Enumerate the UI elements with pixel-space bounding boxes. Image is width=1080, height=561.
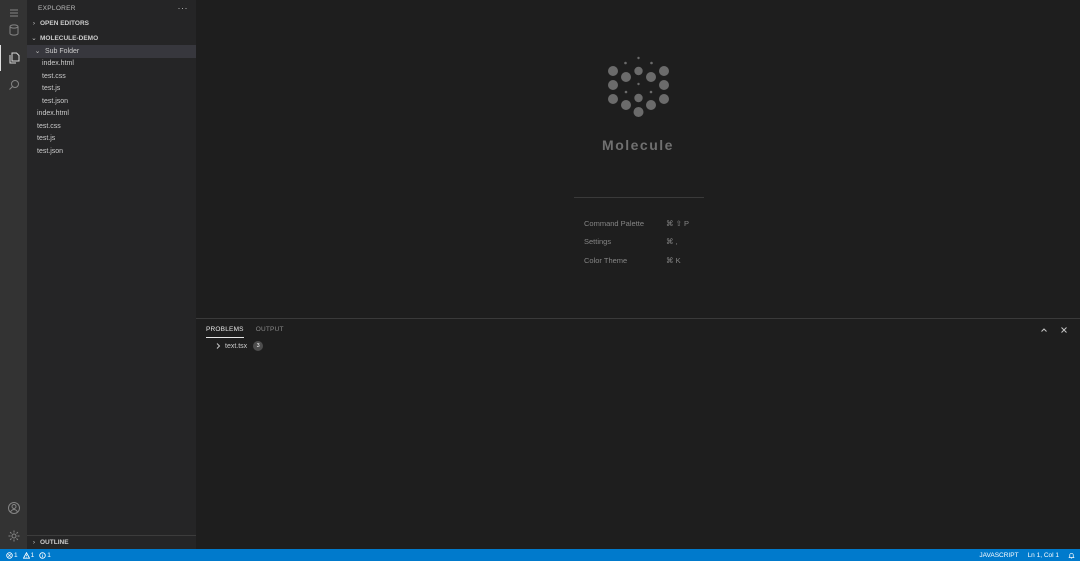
shortcut-color-theme[interactable]: Color Theme ⌘ K bbox=[584, 251, 689, 270]
shortcut-command-palette[interactable]: Command Palette ⌘ ⇧ P bbox=[584, 214, 689, 233]
chevron-down-icon: ⌄ bbox=[31, 35, 37, 42]
close-panel-button[interactable] bbox=[1054, 324, 1074, 336]
chevron-up-icon bbox=[1041, 328, 1047, 332]
tree-item-label: test.js bbox=[42, 85, 61, 93]
shortcut-label: Color Theme bbox=[584, 255, 628, 265]
explorer-header: EXPLORER ··· bbox=[27, 0, 196, 16]
chevron-right-icon: › bbox=[32, 19, 36, 27]
search-button[interactable] bbox=[0, 72, 27, 98]
tree-file[interactable]: index.html bbox=[27, 58, 196, 71]
tree-item-label: test.json bbox=[37, 147, 64, 155]
editor-area: Molecule Command Palette ⌘ ⇧ P Settings … bbox=[196, 0, 1080, 318]
tree-item-label: Sub Folder bbox=[45, 47, 80, 55]
tree-file[interactable]: test.css bbox=[27, 70, 196, 83]
shortcut-list: Command Palette ⌘ ⇧ P Settings ⌘ , Color… bbox=[584, 214, 689, 270]
tree-file[interactable]: test.css bbox=[27, 120, 196, 133]
tree-item-label: index.html bbox=[42, 60, 74, 68]
info-count: 1 bbox=[39, 552, 51, 559]
shortcut-label: Settings bbox=[584, 237, 612, 247]
explorer-title: EXPLORER bbox=[38, 4, 76, 12]
tree-folder-sub-folder[interactable]: ⌄ Sub Folder bbox=[27, 45, 196, 58]
shortcut-keys: ⌘ ⇧ P bbox=[666, 218, 689, 228]
info-count-value: 1 bbox=[47, 551, 51, 559]
shortcut-settings[interactable]: Settings ⌘ , bbox=[584, 233, 689, 252]
tree-file[interactable]: index.html bbox=[27, 108, 196, 121]
shortcut-keys: ⌘ K bbox=[666, 255, 681, 265]
outline-section[interactable]: › OUTLINE bbox=[27, 535, 196, 549]
activity-bar bbox=[0, 0, 27, 549]
account-icon bbox=[7, 502, 20, 514]
error-count-value: 1 bbox=[14, 551, 18, 559]
tree-file[interactable]: test.json bbox=[27, 145, 196, 158]
tree-file[interactable]: test.json bbox=[27, 95, 196, 108]
maximize-panel-button[interactable] bbox=[1034, 324, 1054, 336]
tree-file[interactable]: test.js bbox=[27, 83, 196, 96]
shortcut-keys: ⌘ , bbox=[666, 237, 678, 247]
bottom-panel: PROBLEMS OUTPUT text.tsx 3 bbox=[196, 318, 1080, 549]
divider bbox=[574, 197, 704, 198]
warning-count: 1 bbox=[22, 551, 35, 559]
tree-item-label: test.js bbox=[37, 135, 56, 143]
problem-file-row[interactable]: text.tsx 3 bbox=[214, 340, 264, 352]
chevron-right-icon bbox=[216, 343, 221, 349]
tree-item-label: test.json bbox=[42, 97, 69, 105]
close-icon bbox=[1061, 327, 1067, 333]
file-tree: ⌄ Sub Folder index.html test.css test.js… bbox=[27, 45, 196, 158]
cursor-position[interactable]: Ln 1, Col 1 bbox=[1028, 552, 1059, 559]
tab-output[interactable]: OUTPUT bbox=[256, 324, 284, 338]
status-right: JAVASCRIPT Ln 1, Col 1 bbox=[970, 552, 1080, 559]
open-editors-section[interactable]: › OPEN EDITORS bbox=[27, 16, 196, 30]
problem-file-name: text.tsx bbox=[225, 342, 248, 350]
tree-item-label: index.html bbox=[37, 110, 69, 118]
search-icon bbox=[8, 80, 19, 90]
molecule-logo-icon bbox=[608, 56, 669, 117]
shortcut-label: Command Palette bbox=[584, 218, 645, 228]
panel-tabs: PROBLEMS OUTPUT bbox=[206, 324, 296, 338]
warning-count-value: 1 bbox=[30, 551, 35, 559]
account-button[interactable] bbox=[0, 495, 27, 521]
brand-name: Molecule bbox=[602, 137, 674, 153]
notifications-button[interactable] bbox=[1068, 552, 1076, 559]
warning-icon bbox=[22, 551, 30, 559]
database-button[interactable] bbox=[0, 17, 27, 43]
error-icon bbox=[6, 551, 13, 559]
error-count: 1 bbox=[6, 552, 18, 559]
panel-actions bbox=[1034, 324, 1074, 336]
language-mode[interactable]: JAVASCRIPT bbox=[979, 552, 1018, 559]
chevron-down-icon: ⌄ bbox=[34, 48, 41, 56]
problem-count-badge: 3 bbox=[253, 341, 264, 351]
explorer-button[interactable] bbox=[0, 45, 27, 71]
tree-item-label: test.css bbox=[37, 122, 61, 130]
settings-button[interactable] bbox=[0, 523, 27, 549]
status-bar: 1 1 1 JAVASCRIPT Ln 1, Col 1 bbox=[0, 549, 1080, 561]
files-icon bbox=[9, 52, 20, 64]
outline-label: OUTLINE bbox=[40, 539, 69, 546]
database-icon bbox=[9, 24, 18, 36]
tree-item-label: test.css bbox=[42, 72, 66, 80]
project-label: MOLECULE-DEMO bbox=[40, 34, 99, 42]
tree-file[interactable]: test.js bbox=[27, 133, 196, 146]
open-editors-label: OPEN EDITORS bbox=[40, 19, 90, 27]
info-icon bbox=[39, 551, 46, 559]
chevron-right-icon: › bbox=[32, 539, 36, 546]
more-actions-icon[interactable]: ··· bbox=[178, 4, 189, 13]
problems-status[interactable]: 1 1 1 bbox=[0, 551, 56, 559]
bell-icon bbox=[1068, 552, 1075, 558]
tab-problems[interactable]: PROBLEMS bbox=[206, 324, 244, 338]
project-section[interactable]: ⌄ MOLECULE-DEMO bbox=[27, 31, 196, 45]
gear-icon bbox=[8, 530, 19, 542]
explorer-sidebar: EXPLORER ··· › OPEN EDITORS ⌄ MOLECULE-D… bbox=[27, 0, 196, 549]
